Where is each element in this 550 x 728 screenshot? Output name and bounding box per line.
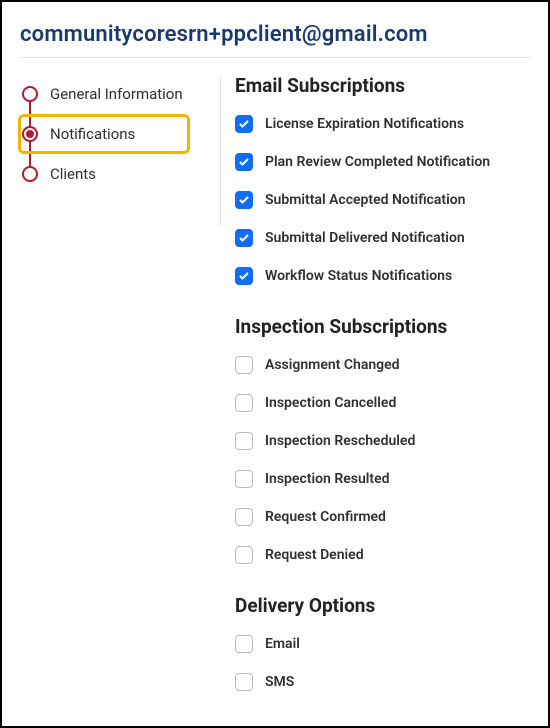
checkbox-label: Inspection Resulted xyxy=(253,471,390,487)
checkbox-row: License Expiration Notifications xyxy=(235,115,530,133)
section-title-inspection-subscriptions: Inspection Subscriptions xyxy=(235,315,530,338)
checkbox-row: Assignment Changed xyxy=(235,356,530,374)
delivery-options-group: Email SMS xyxy=(235,635,530,691)
checkbox-submittal-accepted[interactable] xyxy=(235,191,253,209)
section-title-delivery-options: Delivery Options xyxy=(235,594,530,617)
checkbox-label: Request Confirmed xyxy=(253,509,386,525)
checkbox-delivery-email[interactable] xyxy=(235,635,253,653)
check-icon xyxy=(238,156,250,168)
settings-page: communitycoresrn+ppclient@gmail.com Gene… xyxy=(0,0,550,728)
step-circle-icon xyxy=(22,126,38,142)
checkbox-row: Request Denied xyxy=(235,546,530,564)
checkbox-submittal-delivered[interactable] xyxy=(235,229,253,247)
sidebar-item-label: General Information xyxy=(38,85,183,103)
checkbox-plan-review-completed[interactable] xyxy=(235,153,253,171)
checkbox-label: Workflow Status Notifications xyxy=(253,268,452,284)
checkbox-row: Request Confirmed xyxy=(235,508,530,526)
email-subscriptions-group: License Expiration Notifications Plan Re… xyxy=(235,115,530,285)
checkbox-row: SMS xyxy=(235,673,530,691)
sidebar-item-notifications[interactable]: Notifications xyxy=(20,114,220,154)
sidebar-item-general-information[interactable]: General Information xyxy=(20,74,220,114)
checkbox-license-expiration[interactable] xyxy=(235,115,253,133)
sidebar-item-clients[interactable]: Clients xyxy=(20,154,220,194)
checkbox-request-denied[interactable] xyxy=(235,546,253,564)
divider-horizontal xyxy=(20,57,530,58)
checkbox-delivery-sms[interactable] xyxy=(235,673,253,691)
sidebar-item-label: Clients xyxy=(38,165,96,183)
check-icon xyxy=(238,232,250,244)
checkbox-label: License Expiration Notifications xyxy=(253,116,464,132)
checkbox-label: Email xyxy=(253,636,300,652)
check-icon xyxy=(238,118,250,130)
check-icon xyxy=(238,270,250,282)
checkbox-request-confirmed[interactable] xyxy=(235,508,253,526)
checkbox-row: Inspection Rescheduled xyxy=(235,432,530,450)
checkbox-label: Submittal Accepted Notification xyxy=(253,192,465,208)
checkbox-assignment-changed[interactable] xyxy=(235,356,253,374)
checkbox-inspection-resulted[interactable] xyxy=(235,470,253,488)
section-title-email-subscriptions: Email Subscriptions xyxy=(235,74,530,97)
checkbox-row: Inspection Cancelled xyxy=(235,394,530,412)
inspection-subscriptions-group: Assignment Changed Inspection Cancelled … xyxy=(235,356,530,564)
page-title: communitycoresrn+ppclient@gmail.com xyxy=(20,22,530,47)
divider-vertical xyxy=(220,76,221,226)
step-circle-icon xyxy=(22,86,38,102)
sidebar-nav: General Information Notifications Client… xyxy=(20,72,220,194)
checkbox-row: Submittal Delivered Notification xyxy=(235,229,530,247)
content-row: General Information Notifications Client… xyxy=(20,72,530,711)
checkbox-inspection-cancelled[interactable] xyxy=(235,394,253,412)
checkbox-label: Inspection Rescheduled xyxy=(253,433,415,449)
checkbox-row: Email xyxy=(235,635,530,653)
checkbox-row: Submittal Accepted Notification xyxy=(235,191,530,209)
checkbox-label: Assignment Changed xyxy=(253,357,400,373)
sidebar-item-label: Notifications xyxy=(38,125,135,143)
check-icon xyxy=(238,194,250,206)
checkbox-label: Plan Review Completed Notification xyxy=(253,154,490,170)
checkbox-label: Request Denied xyxy=(253,547,364,563)
checkbox-inspection-rescheduled[interactable] xyxy=(235,432,253,450)
checkbox-label: SMS xyxy=(253,674,294,690)
checkbox-row: Plan Review Completed Notification xyxy=(235,153,530,171)
checkbox-row: Workflow Status Notifications xyxy=(235,267,530,285)
checkbox-label: Inspection Cancelled xyxy=(253,395,396,411)
checkbox-row: Inspection Resulted xyxy=(235,470,530,488)
step-circle-icon xyxy=(22,166,38,182)
main-panel: Email Subscriptions License Expiration N… xyxy=(235,72,530,711)
checkbox-label: Submittal Delivered Notification xyxy=(253,230,465,246)
checkbox-workflow-status[interactable] xyxy=(235,267,253,285)
